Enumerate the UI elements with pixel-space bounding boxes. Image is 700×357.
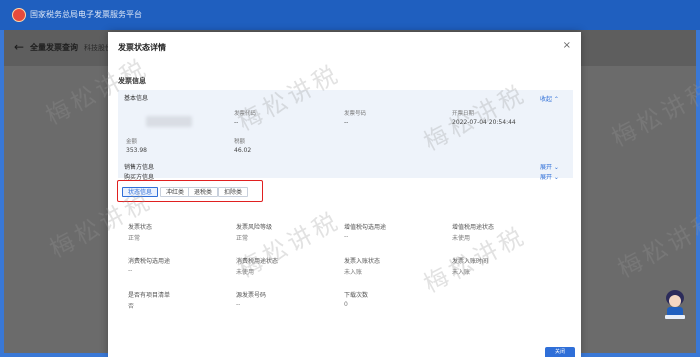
- close-button[interactable]: 关闭: [545, 347, 575, 357]
- field-label: 税额: [234, 139, 246, 145]
- field-value: --: [234, 119, 239, 126]
- status-field-label: 增值税勾选用途: [344, 224, 387, 231]
- assistant-avatar-icon[interactable]: [662, 288, 688, 320]
- field-label: 金额: [126, 139, 138, 145]
- status-field-value: 0: [344, 301, 348, 308]
- status-field-value: --: [344, 233, 349, 240]
- status-field-value: 未入账: [452, 269, 471, 276]
- field-value: 46.02: [234, 147, 252, 154]
- section-title: 发票信息: [118, 77, 146, 85]
- field-value: 353.98: [126, 147, 147, 154]
- status-field-label: 消费税用途状态: [236, 258, 279, 265]
- status-field-label: 增值税用途状态: [452, 224, 495, 231]
- field-value: --: [344, 119, 349, 126]
- close-icon[interactable]: ×: [563, 40, 571, 51]
- collapse-link[interactable]: 收起 ⌃: [540, 94, 559, 103]
- status-field-label: 发票风险等级: [236, 224, 273, 231]
- modal-title: 发票状态详情: [118, 43, 166, 52]
- status-field-label: 发票入账状态: [344, 258, 381, 265]
- field-label: 发票代码: [234, 111, 257, 117]
- back-arrow-icon[interactable]: ←: [14, 40, 24, 54]
- redacted-invoice-type: [146, 116, 192, 127]
- status-field-value: 未使用: [236, 269, 255, 276]
- field-label: 开票日期: [452, 111, 475, 117]
- top-bar: 国家税务总局电子发票服务平台: [0, 0, 700, 30]
- status-field-value: 否: [128, 303, 135, 310]
- status-field-label: 下载次数: [344, 292, 369, 299]
- status-field-value: 正常: [128, 235, 141, 242]
- tab-status-info[interactable]: 状态信息: [122, 187, 159, 197]
- tab-deduction[interactable]: 扣除类: [218, 187, 249, 197]
- tab-red-offset[interactable]: 冲红类: [160, 187, 191, 197]
- page-title: 全量发票查询: [30, 43, 78, 52]
- status-field-label: 发票入账时间: [452, 258, 489, 265]
- status-field-value: --: [128, 267, 133, 274]
- status-field-label: 发票状态: [128, 224, 153, 231]
- buyer-expand-link[interactable]: 展开 ⌄: [540, 172, 559, 181]
- basic-info-panel: [118, 90, 573, 178]
- status-field-value: 正常: [236, 235, 249, 242]
- status-field-label: 是否有项目清单: [128, 292, 171, 299]
- status-field-label: 消费税勾选用途: [128, 258, 171, 265]
- basic-info-header: 基本信息: [124, 95, 149, 102]
- tab-tax-refund[interactable]: 退税类: [188, 187, 219, 197]
- app-title: 国家税务总局电子发票服务平台: [30, 10, 142, 19]
- status-field-value: 未使用: [452, 235, 471, 242]
- field-label: 发票号码: [344, 111, 367, 117]
- status-field-value: --: [236, 301, 241, 308]
- status-field-value: 未入账: [344, 269, 363, 276]
- seller-info-label: 销售方信息: [124, 164, 155, 171]
- status-field-label: 源发票号码: [236, 292, 267, 299]
- tax-emblem-icon: [12, 8, 26, 22]
- invoice-status-modal: 发票状态详情 × 发票信息 基本信息 收起 ⌃ 发票代码 -- 发票号码 -- …: [108, 32, 581, 357]
- field-value: 2022-07-04 20:54:44: [452, 119, 516, 126]
- seller-expand-link[interactable]: 展开 ⌄: [540, 162, 559, 171]
